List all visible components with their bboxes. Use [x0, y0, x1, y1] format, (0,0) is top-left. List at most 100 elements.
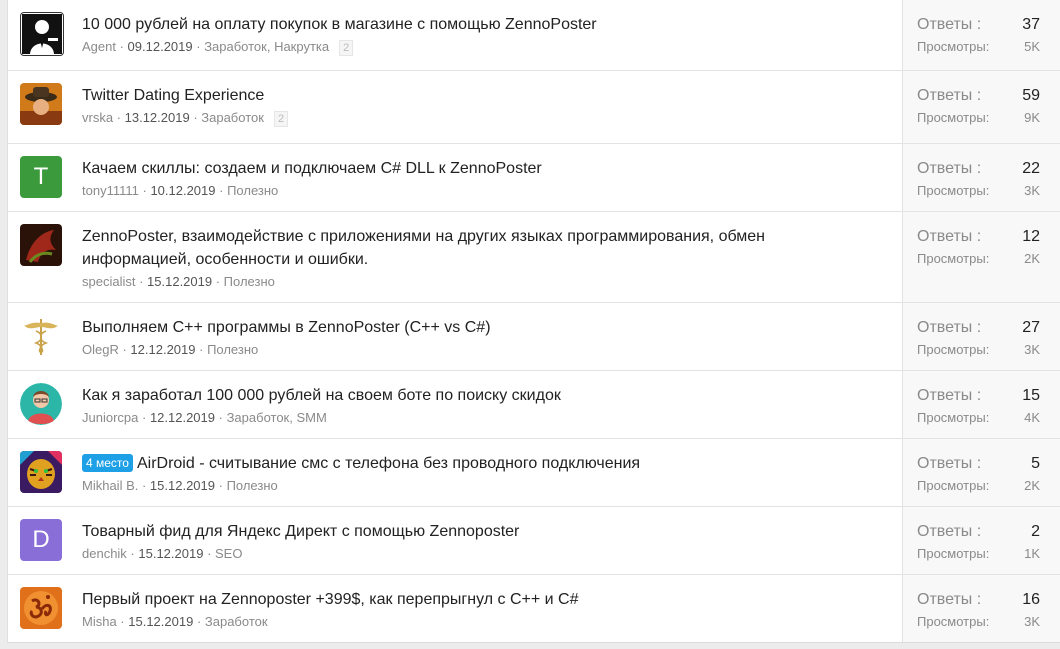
tiger-icon	[20, 451, 62, 493]
thread-row: Выполняем C++ программы в ZennoPoster (C…	[8, 303, 1060, 371]
avatar[interactable]: D	[20, 519, 62, 561]
thread-title[interactable]: Twitter Dating Experience	[82, 84, 902, 107]
thread-date[interactable]: 09.12.2019	[128, 39, 193, 54]
replies-label: Ответы :	[917, 160, 982, 177]
avatar[interactable]	[20, 83, 62, 125]
avatar-letter: T	[33, 163, 49, 190]
thread-tags[interactable]: Заработок, SMM	[227, 410, 327, 425]
thread-row: 10 000 рублей на оплату покупок в магази…	[8, 0, 1060, 71]
views-label: Просмотры:	[917, 342, 990, 357]
views-count: 1K	[1024, 546, 1040, 561]
rank-badge[interactable]: 4 место	[82, 454, 133, 472]
thread-title[interactable]: Товарный фид для Яндекс Директ с помощью…	[82, 520, 902, 543]
views-label: Просмотры:	[917, 478, 990, 493]
views-count: 9K	[1024, 110, 1040, 125]
views-count: 2K	[1024, 478, 1040, 493]
thread-date[interactable]: 15.12.2019	[138, 546, 203, 561]
thread-author[interactable]: Misha	[82, 614, 117, 629]
thread-row: Как я заработал 100 000 рублей на своем …	[8, 371, 1060, 439]
thread-title[interactable]: Выполняем C++ программы в ZennoPoster (C…	[82, 316, 902, 339]
person-round-icon	[20, 383, 62, 425]
avatar-letter: D	[32, 526, 50, 553]
thread-date[interactable]: 15.12.2019	[150, 478, 215, 493]
replies-label: Ответы :	[917, 228, 982, 245]
thread-date[interactable]: 13.12.2019	[125, 110, 190, 125]
replies-count: 27	[1022, 319, 1040, 336]
thread-row: T Качаем скиллы: создаем и подключаем C#…	[8, 144, 1060, 212]
views-label: Просмотры:	[917, 251, 990, 266]
replies-count: 16	[1022, 591, 1040, 608]
replies-count: 5	[1031, 455, 1040, 472]
thread-date[interactable]: 15.12.2019	[147, 274, 212, 289]
thread-author[interactable]: Agent	[82, 39, 116, 54]
thread-tags[interactable]: Заработок, Накрутка	[204, 39, 329, 54]
replies-count: 2	[1031, 523, 1040, 540]
thread-title[interactable]: Первый проект на Zennoposter +399$, как …	[82, 588, 902, 611]
thread-row: Первый проект на Zennoposter +399$, как …	[8, 575, 1060, 642]
views-count: 4K	[1024, 410, 1040, 425]
avatar[interactable]	[20, 451, 62, 493]
replies-count: 22	[1022, 160, 1040, 177]
page-count[interactable]: 2	[273, 111, 289, 127]
thread-title[interactable]: AirDroid - считывание смс с телефона без…	[137, 455, 640, 472]
replies-count: 59	[1022, 87, 1040, 104]
thread-date[interactable]: 12.12.2019	[130, 342, 195, 357]
thread-author[interactable]: Mikhail B.	[82, 478, 138, 493]
dragon-icon	[20, 224, 62, 266]
thread-title[interactable]: ZennoPoster, взаимодействие с приложения…	[82, 225, 802, 271]
avatar[interactable]	[20, 587, 62, 629]
views-label: Просмотры:	[917, 183, 990, 198]
thread-author[interactable]: OlegR	[82, 342, 119, 357]
thread-date[interactable]: 12.12.2019	[150, 410, 215, 425]
thread-tags[interactable]: Заработок	[201, 110, 264, 125]
views-count: 2K	[1024, 251, 1040, 266]
views-label: Просмотры:	[917, 546, 990, 561]
replies-label: Ответы :	[917, 16, 982, 33]
avatar[interactable]	[20, 12, 64, 56]
thread-author[interactable]: tony11111	[82, 183, 139, 198]
thread-author[interactable]: specialist	[82, 274, 135, 289]
replies-label: Ответы :	[917, 523, 982, 540]
thread-tags[interactable]: SEO	[215, 546, 242, 561]
thread-row: 4 место AirDroid - считывание смс с телеф…	[8, 439, 1060, 507]
thread-title[interactable]: Качаем скиллы: создаем и подключаем C# D…	[82, 157, 902, 180]
om-icon	[20, 587, 62, 629]
silhouette-icon	[22, 14, 62, 54]
views-label: Просмотры:	[917, 614, 990, 629]
views-count: 3K	[1024, 183, 1040, 198]
page-count[interactable]: 2	[339, 40, 354, 56]
views-count: 3K	[1024, 614, 1040, 629]
avatar[interactable]	[20, 315, 62, 357]
avatar[interactable]	[20, 383, 62, 425]
views-count: 3K	[1024, 342, 1040, 357]
replies-label: Ответы :	[917, 455, 982, 472]
replies-label: Ответы :	[917, 387, 982, 404]
thread-tags[interactable]: Полезно	[227, 478, 278, 493]
views-count: 5K	[1024, 39, 1040, 54]
replies-count: 15	[1022, 387, 1040, 404]
thread-tags[interactable]: Полезно	[227, 183, 278, 198]
hat-figure-icon	[20, 83, 62, 125]
thread-tags[interactable]: Полезно	[224, 274, 275, 289]
thread-author[interactable]: denchik	[82, 546, 127, 561]
thread-list: 10 000 рублей на оплату покупок в магази…	[7, 0, 1060, 643]
thread-date[interactable]: 15.12.2019	[128, 614, 193, 629]
thread-title[interactable]: 10 000 рублей на оплату покупок в магази…	[82, 13, 902, 36]
thread-row: D Товарный фид для Яндекс Директ с помощ…	[8, 507, 1060, 575]
thread-tags[interactable]: Полезно	[207, 342, 258, 357]
thread-author[interactable]: Juniorcpa	[82, 410, 138, 425]
caduceus-icon	[20, 315, 62, 357]
views-label: Просмотры:	[917, 39, 990, 54]
replies-count: 37	[1022, 16, 1040, 33]
views-label: Просмотры:	[917, 110, 990, 125]
thread-date[interactable]: 10.12.2019	[150, 183, 215, 198]
replies-label: Ответы :	[917, 591, 982, 608]
replies-label: Ответы :	[917, 87, 982, 104]
thread-author[interactable]: vrska	[82, 110, 113, 125]
avatar[interactable]: T	[20, 156, 62, 198]
replies-count: 12	[1022, 228, 1040, 245]
avatar[interactable]	[20, 224, 62, 266]
thread-tags[interactable]: Заработок	[205, 614, 268, 629]
thread-title[interactable]: Как я заработал 100 000 рублей на своем …	[82, 384, 902, 407]
replies-label: Ответы :	[917, 319, 982, 336]
